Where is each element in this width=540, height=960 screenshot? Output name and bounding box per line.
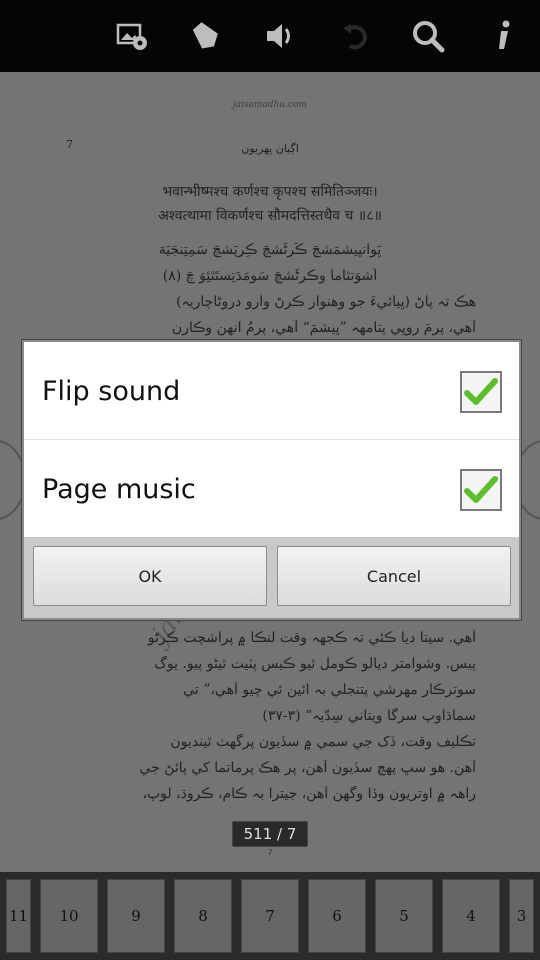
page-url: jaisamadhu.com [232,100,308,110]
thumbnail-label: 8 [198,907,208,925]
page-indicator: 511 / 7 [232,821,308,847]
cancel-button[interactable]: Cancel [277,546,511,606]
checkmark-icon [464,378,498,405]
thumbnail[interactable]: 6 [308,879,366,953]
thumbnail[interactable]: 7 [241,879,299,953]
gallery-settings-icon[interactable] [110,14,154,58]
body-line: هڪ تہ پاڻ (ڀيائيءَ جو وهنوار ڪرڻ وارو در… [176,294,476,310]
body-line: آهي. سيتا ديا ڪئي تہ ڪجهہ وقت لنڪا ۾ پرا… [147,630,476,646]
sound-settings-dialog: Flip sound Page music OK Cancel [22,340,521,620]
flip-sound-label: Flip sound [42,376,181,407]
top-toolbar [0,0,540,72]
screen: jaisamadhu.com 7 اڳيان پهريون भवान्भीष्म… [0,0,540,960]
thumbnail-label: 11 [8,907,29,925]
thumbnail-label: 7 [265,907,275,925]
thumbnail-label: 9 [131,907,141,925]
page-music-checkbox[interactable] [460,469,502,511]
body-line: سماڌاوِپ سرگا وِيتاني سِدّيہ“ (٣-٣٧) [262,708,476,724]
thumbnail[interactable]: 3 [509,879,534,953]
thumbnail-strip: 11 10 9 8 7 6 5 4 3 [0,872,540,960]
thumbnail[interactable]: 10 [40,879,98,953]
thumbnail[interactable]: 9 [107,879,165,953]
thumbnail[interactable]: 4 [442,879,500,953]
thumbnail-label: 4 [466,907,476,925]
body-line: تڪليف وقت، ڏک جي سمي ۾ سڏيون پرگهٽ ٿيندي… [170,734,476,750]
dialog-button-bar: OK Cancel [24,538,519,618]
thumbnail-label: 5 [399,907,409,925]
flip-sound-checkbox[interactable] [460,371,502,413]
page-music-label: Page music [42,474,196,505]
verse-line: اَشوَتٿاما وِڪرڻَشچَ سَومَدَتِستَٿئِوَ چ… [162,268,378,284]
body-line: آهن. هو سڀ پهچ سڏيون آهن، پر هڪ پرماتما … [139,760,476,776]
info-icon[interactable] [481,14,525,58]
page-music-option[interactable]: Page music [24,440,519,537]
verse-line: अश्वत्थामा विकर्णश्च सौमदत्तिस्तथैव च ॥८… [158,208,382,224]
verse-line: भवान्भीष्मश्च कर्णश्च कृपश्च समितिञ्जयः। [162,184,378,200]
ok-button[interactable]: OK [33,546,267,606]
search-icon[interactable] [406,14,450,58]
body-line: آهي، پرمَ روڀي پتامهہ ”ڀيشمَ“ آهي، پرمُ … [171,320,476,336]
thumbnail[interactable]: 11 [6,879,31,953]
body-line: راهہ ۾ اوتريون وڏا وگهن آهن، جيترا بہ ڪا… [142,786,476,802]
page-header: اڳيان پهريون [241,142,299,155]
bookmark-icon[interactable] [182,14,226,58]
thumbnail[interactable]: 5 [375,879,433,953]
flip-sound-option[interactable]: Flip sound [24,342,519,439]
body-line: سوترڪار مهرشي پتنجلي بہ ائين ئي چيو آهي،… [183,682,476,698]
page-indicator-sub: 7 [267,848,273,857]
thumbnail-label: 3 [516,907,527,925]
body-line: پيس. وشوامتر ديالو ڪومل ٿيو ڪيس پٽيت ٿيڻ… [154,656,476,672]
undo-icon[interactable] [334,14,378,58]
thumbnail-label: 10 [59,907,79,925]
thumbnail-label: 6 [332,907,342,925]
checkmark-icon [464,476,498,503]
volume-icon[interactable] [258,14,302,58]
verse-line: ڀَوانڀِيشمَشچَ ڪَرڻَشچَ ڪِرپَشچَ سَمِتِن… [158,242,382,258]
thumbnail[interactable]: 8 [174,879,232,953]
